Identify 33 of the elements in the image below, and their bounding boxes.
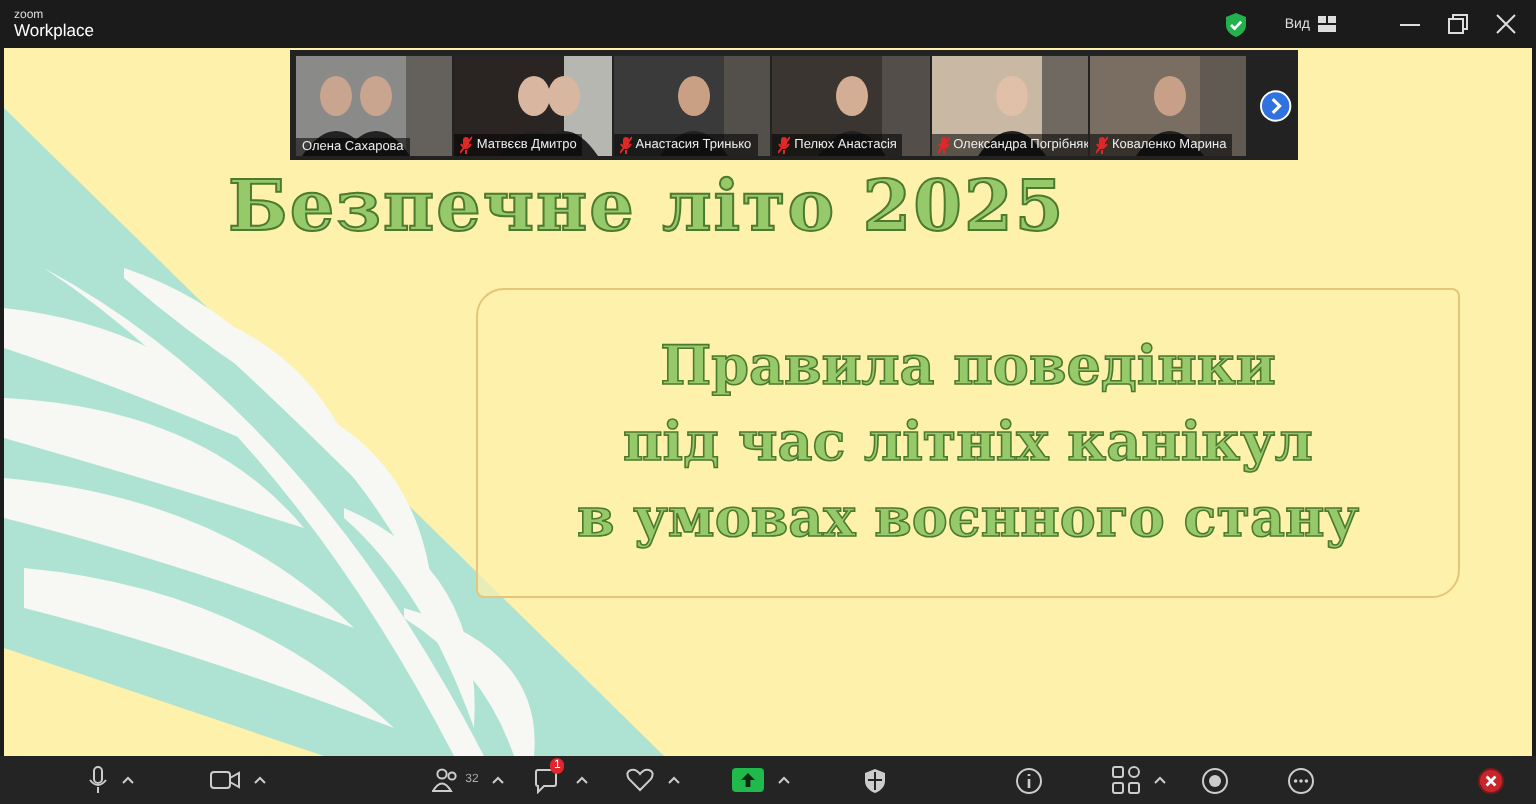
restore-icon[interactable] — [1448, 14, 1468, 34]
info-icon[interactable] — [1016, 767, 1043, 793]
end-call-icon[interactable] — [1477, 767, 1504, 793]
apps-icon[interactable] — [1111, 766, 1140, 794]
caret-icon[interactable] — [575, 776, 588, 784]
heart-icon[interactable] — [625, 768, 654, 792]
people-icon — [431, 768, 460, 792]
muted-mic-icon — [1095, 135, 1108, 153]
muted-mic-icon — [937, 135, 950, 153]
close-icon[interactable] — [1496, 14, 1516, 34]
shield-icon[interactable] — [864, 767, 887, 793]
caret-icon[interactable] — [254, 776, 267, 784]
share-screen-icon[interactable] — [731, 768, 764, 792]
subtitle-line: під час літніх канікул — [623, 409, 1313, 477]
muted-mic-icon — [619, 135, 632, 153]
chat-icon[interactable] — [533, 767, 562, 793]
grid-icon — [1318, 16, 1336, 32]
subtitle-line: в умовах воєнного стану — [576, 485, 1360, 553]
muted-mic-icon — [778, 135, 791, 153]
microphone-icon[interactable] — [88, 766, 108, 794]
brand-name: Workplace — [14, 21, 94, 39]
record-icon[interactable] — [1202, 767, 1229, 793]
caret-icon[interactable] — [122, 776, 134, 784]
camera-icon[interactable] — [210, 770, 241, 790]
caret-icon[interactable] — [492, 776, 505, 784]
shield-check-icon[interactable] — [1224, 11, 1249, 37]
subtitle-line: Правила поведінки — [660, 333, 1276, 401]
more-icon[interactable] — [1288, 767, 1314, 793]
caret-icon[interactable] — [667, 776, 680, 784]
caret-icon[interactable] — [1153, 776, 1166, 784]
caret-icon[interactable] — [777, 776, 790, 784]
slide-title: Безпечне літо 2025 — [228, 168, 1068, 248]
muted-mic-icon — [460, 135, 473, 153]
